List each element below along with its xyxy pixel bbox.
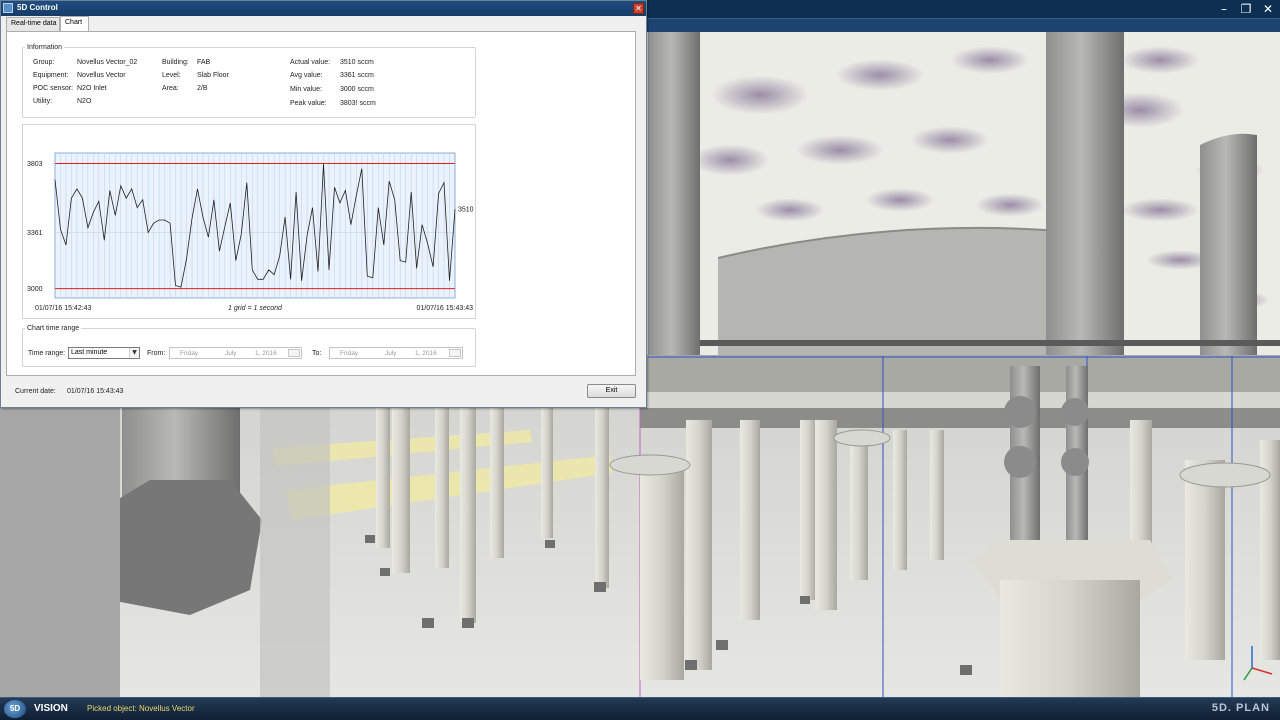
actual-value-label: Actual value: xyxy=(290,59,331,66)
app-window-icon xyxy=(3,3,13,13)
app-name: VISION xyxy=(34,703,68,714)
from-date: 1, 2016 xyxy=(255,350,277,357)
min-value: 3000 sccm xyxy=(340,86,374,93)
poc-sensor-label: POC sensor: xyxy=(33,85,74,92)
time-range-label: Time range: xyxy=(28,350,66,357)
y-tick-label: 3803 xyxy=(27,161,43,168)
peak-value: 3803! sccm xyxy=(340,100,376,107)
chart-tab-panel: Information Group: Novellus Vector_02 Eq… xyxy=(6,31,636,376)
actual-value: 3510 sccm xyxy=(340,59,374,66)
close-icon[interactable]: ✕ xyxy=(1258,1,1278,17)
dialog-title: 5D Control xyxy=(17,3,58,12)
tab-real-time-data[interactable]: Real-time data xyxy=(6,17,60,31)
from-date-picker[interactable]: Friday July 1, 2016 xyxy=(169,347,302,359)
brand-label: 5D. PLAN xyxy=(1211,702,1270,714)
picked-object-text: Picked object: Novellus Vector xyxy=(87,704,195,713)
y-tick-label: 3000 xyxy=(27,286,43,293)
equipment-value: Novellus Vector xyxy=(77,72,126,79)
calendar-icon[interactable] xyxy=(449,349,461,357)
equipment-label: Equipment: xyxy=(33,72,69,79)
to-month: July xyxy=(385,350,397,357)
current-date-label: Current date: xyxy=(15,388,56,395)
peak-value-label: Peak value: xyxy=(290,100,327,107)
from-label: From: xyxy=(147,350,166,357)
level-value: Slab Floor xyxy=(197,72,229,79)
utility-value: N2O xyxy=(77,98,92,105)
control-dialog: 5D Control ✕ Real-time data Chart Inform… xyxy=(0,0,647,408)
building-label: Building: xyxy=(162,59,189,66)
app-window-controls: – ❐ ✕ xyxy=(640,0,1280,18)
calendar-icon[interactable] xyxy=(288,349,300,357)
from-month: July xyxy=(225,350,237,357)
dialog-close-button[interactable]: ✕ xyxy=(633,3,644,14)
utility-label: Utility: xyxy=(33,98,53,105)
y-tick-label: 3361 xyxy=(27,230,43,237)
to-date: 1, 2016 xyxy=(415,350,437,357)
restore-icon[interactable]: ❐ xyxy=(1236,1,1256,17)
grid-note-label: 1 grid = 1 second xyxy=(228,305,283,312)
app-logo: 5D xyxy=(4,700,26,718)
to-label: To: xyxy=(312,350,322,357)
information-group: Information xyxy=(22,44,476,118)
building-value: FAB xyxy=(197,59,211,66)
group-label: Group: xyxy=(33,59,55,66)
area-value: 2/B xyxy=(197,85,208,92)
line-chart: 3000 3361 3803 3510 01/07/16 15:42:43 01/07/1… xyxy=(27,152,474,312)
avg-value-label: Avg value: xyxy=(290,72,323,79)
time-range-select[interactable]: Last minute ▼ xyxy=(68,347,140,359)
chart-time-range-group: Chart time range xyxy=(22,325,476,367)
last-value-label: 3510 xyxy=(458,207,474,214)
x-start-label: 01/07/16 15:42:43 xyxy=(35,305,92,312)
exit-button[interactable]: Exit xyxy=(587,384,636,398)
min-value-label: Min value: xyxy=(290,86,322,93)
level-label: Level: xyxy=(162,72,181,79)
chart-area: 3000 3361 3803 3510 01/07/16 15:42:43 01/07/1… xyxy=(22,124,476,319)
dialog-titlebar[interactable]: 5D Control ✕ xyxy=(1,1,646,16)
poc-sensor-value: N2O Inlet xyxy=(77,85,107,92)
chevron-down-icon[interactable]: ▼ xyxy=(129,348,139,358)
to-day: Friday xyxy=(340,350,359,357)
current-date-value: 01/07/16 15:43:43 xyxy=(67,388,124,395)
information-legend: Information xyxy=(27,44,63,51)
group-value: Novellus Vector_02 xyxy=(77,59,138,66)
time-range-selected-value: Last minute xyxy=(71,349,108,356)
to-date-picker[interactable]: Friday July 1, 2016 xyxy=(329,347,463,359)
chart-time-range-legend: Chart time range xyxy=(27,325,80,332)
avg-value: 3361 sccm xyxy=(340,72,374,79)
area-label: Area: xyxy=(162,85,179,92)
app-toolbar-strip xyxy=(647,18,1280,32)
x-end-label: 01/07/16 15:43:43 xyxy=(417,305,474,312)
from-day: Friday xyxy=(180,350,199,357)
minimize-icon[interactable]: – xyxy=(1214,1,1234,17)
plot-background xyxy=(54,152,456,299)
tab-chart[interactable]: Chart xyxy=(60,16,89,32)
status-bar: 5D VISION Picked object: Novellus Vector… xyxy=(0,697,1280,720)
